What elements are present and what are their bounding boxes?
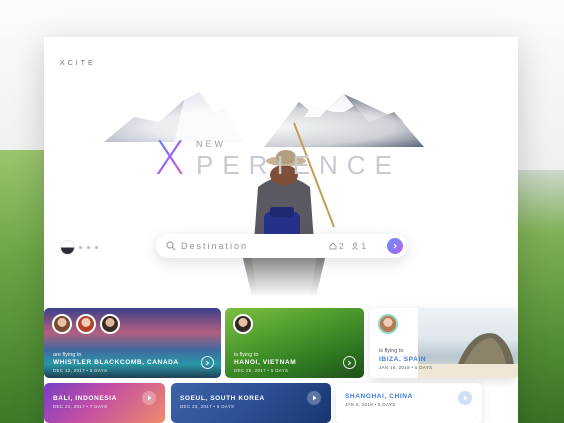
avatar[interactable] — [233, 314, 253, 334]
pager-dot[interactable] — [79, 246, 82, 249]
search-icon — [166, 241, 176, 251]
traveler-avatars — [233, 314, 253, 334]
traveler-avatars — [378, 314, 398, 334]
trip-meta: DEC 23, 2017 • 5 DAYS — [180, 404, 235, 409]
search-go-button[interactable] — [387, 238, 403, 254]
trip-destination: BALI, INDONESIA — [53, 395, 117, 402]
background-hill-right — [516, 170, 564, 423]
app-logo[interactable]: XCITE — [60, 60, 96, 67]
hero-title-x: X — [154, 131, 186, 185]
home-icon — [329, 242, 337, 250]
trip-open-button[interactable] — [201, 356, 214, 369]
trip-meta: JAN 16, 2018 • 6 DAYS — [379, 365, 433, 370]
main-card: XCITE X NEW PERIENCE Destination 2 1 are… — [44, 37, 518, 423]
play-button[interactable] — [458, 391, 472, 405]
trip-destination: IBIZA, SPAIN — [379, 356, 427, 363]
children-counter[interactable]: 1 — [351, 241, 366, 251]
trip-destination: HANOI, VIETNAM — [234, 359, 297, 366]
travelers-count: 2 — [339, 241, 344, 251]
trip-card-bali[interactable]: BALI, INDONESIA DEC 21, 2017 • 7 DAYS — [44, 383, 165, 423]
chevron-right-icon — [393, 243, 397, 249]
destination-search-bar: 2 1 — [156, 234, 407, 258]
trip-meta: JAN 6, 2018 • 5 DAYS — [345, 402, 396, 407]
play-icon — [147, 395, 151, 401]
trip-card-seoul[interactable]: SOEUL, SOUTH KOREA DEC 23, 2017 • 5 DAYS — [171, 383, 331, 423]
play-button[interactable] — [307, 391, 321, 405]
ibiza-coast-image — [418, 308, 518, 378]
avatar[interactable] — [52, 314, 72, 334]
trip-meta: DEC 12, 2017 • 5 DAYS — [53, 368, 108, 373]
trip-card-ibiza[interactable]: is flying to IBIZA, SPAIN JAN 16, 2018 •… — [370, 308, 518, 378]
play-icon — [463, 395, 467, 401]
trip-label: are flying to — [53, 352, 82, 358]
pager-active-dot[interactable] — [61, 241, 74, 254]
trip-card-whistler[interactable]: are flying to WHISTLER BLACKCOMB, CANADA… — [44, 308, 221, 378]
avatar[interactable] — [378, 314, 398, 334]
avatar[interactable] — [76, 314, 96, 334]
trip-destination: WHISTLER BLACKCOMB, CANADA — [53, 359, 179, 366]
children-count: 1 — [361, 241, 366, 251]
trip-label: is flying to — [379, 348, 404, 354]
rock-image — [418, 333, 518, 378]
play-icon — [312, 395, 316, 401]
pager-dot[interactable] — [87, 246, 90, 249]
chevron-right-icon — [205, 360, 210, 365]
trip-open-button[interactable] — [343, 356, 356, 369]
trip-label: is flying to — [234, 352, 259, 358]
trip-meta: DEC 21, 2017 • 7 DAYS — [53, 404, 108, 409]
chevron-right-icon — [347, 360, 352, 365]
trip-card-shanghai[interactable]: SHANGHAI, CHINA JAN 6, 2018 • 5 DAYS — [336, 383, 482, 423]
hero-title-new: NEW — [196, 139, 226, 149]
destination-input[interactable] — [181, 241, 321, 251]
trip-destination: SOEUL, SOUTH KOREA — [180, 395, 265, 402]
travelers-counter[interactable]: 2 — [329, 242, 343, 251]
person-icon — [352, 242, 359, 250]
trip-card-hanoi[interactable]: is flying to HANOI, VIETNAM DEC 25, 2017… — [225, 308, 364, 378]
pager-dot[interactable] — [95, 246, 98, 249]
avatar[interactable] — [100, 314, 120, 334]
traveler-avatars — [52, 314, 120, 334]
hero-title-perience: PERIENCE — [196, 150, 401, 180]
play-button[interactable] — [142, 391, 156, 405]
trip-destination: SHANGHAI, CHINA — [345, 393, 413, 400]
canoe-traveler-image — [224, 122, 344, 297]
slide-pager — [61, 241, 98, 254]
trip-meta: DEC 25, 2017 • 5 DAYS — [234, 368, 289, 373]
